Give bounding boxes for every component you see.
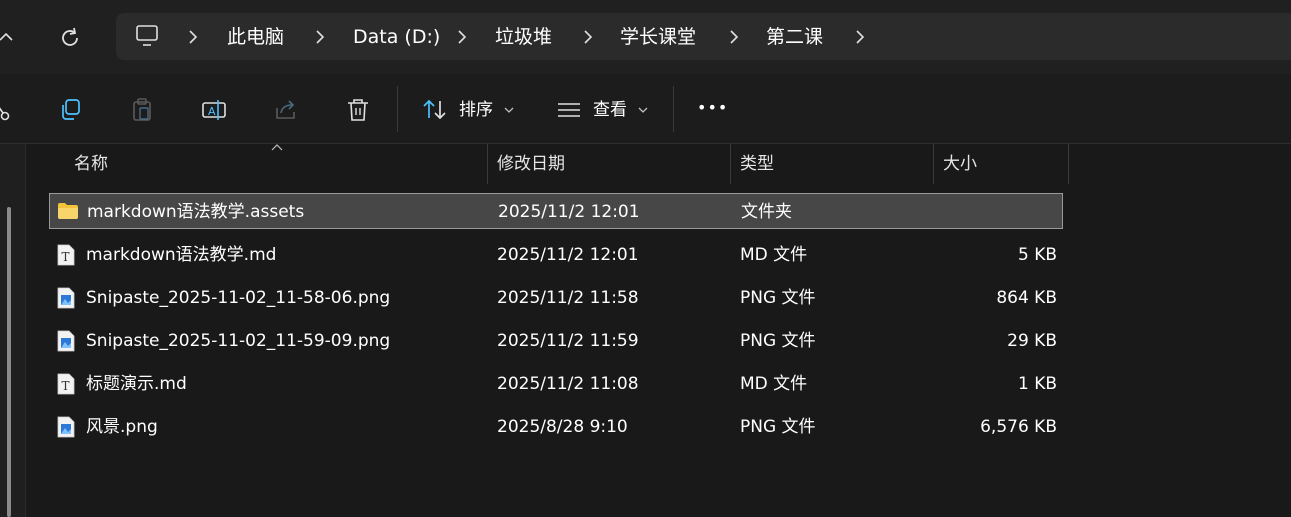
file-size: 864 KB: [996, 288, 1057, 308]
chevron-right-icon[interactable]: [188, 28, 198, 46]
breadcrumb-item-data-drive[interactable]: Data (D:): [353, 25, 440, 49]
chevron-right-icon[interactable]: [855, 28, 865, 46]
column-header-size[interactable]: 大小: [943, 153, 977, 175]
file-size: 6,576 KB: [980, 417, 1057, 437]
file-date: 2025/11/2 12:01: [498, 202, 640, 222]
sort-button[interactable]: 排序: [459, 98, 493, 122]
chevron-right-icon[interactable]: [583, 28, 593, 46]
navigation-scrollbar[interactable]: [7, 207, 11, 517]
file-name: 标题演示.md: [86, 374, 187, 394]
file-type: PNG 文件: [740, 288, 816, 308]
chevron-right-icon[interactable]: [457, 28, 467, 46]
svg-text:A: A: [208, 105, 216, 118]
file-row[interactable]: 风景.png 2025/8/28 9:10 PNG 文件 6,576 KB: [49, 409, 1063, 445]
chevron-right-icon[interactable]: [315, 28, 325, 46]
view-icon[interactable]: [556, 96, 584, 124]
address-box[interactable]: [116, 13, 1291, 60]
share-icon[interactable]: [272, 96, 300, 124]
computer-icon[interactable]: [135, 24, 161, 48]
copy-icon[interactable]: [57, 96, 85, 124]
sort-icon[interactable]: [421, 96, 449, 124]
folder-icon: [57, 201, 78, 223]
column-divider[interactable]: [487, 144, 488, 184]
paste-icon[interactable]: [128, 96, 156, 124]
file-name: 风景.png: [86, 417, 158, 437]
breadcrumb-item-folder[interactable]: 垃圾堆: [495, 25, 552, 49]
file-date: 2025/11/2 12:01: [497, 245, 639, 265]
image-file-icon: [56, 416, 76, 438]
more-options-button[interactable]: •••: [697, 96, 728, 120]
text-file-icon: T: [56, 244, 76, 266]
file-date: 2025/8/28 9:10: [497, 417, 628, 437]
file-type: PNG 文件: [740, 417, 816, 437]
toolbar-separator: [397, 86, 398, 132]
file-size: 1 KB: [1017, 374, 1057, 394]
text-file-icon: T: [56, 373, 76, 395]
navigation-pane: [0, 144, 26, 517]
file-row[interactable]: Tmarkdown语法教学.md 2025/11/2 12:01 MD 文件 5 KB: [49, 237, 1063, 273]
svg-text:T: T: [62, 250, 70, 264]
breadcrumb-item-folder[interactable]: 学长课堂: [620, 25, 696, 49]
rename-icon[interactable]: A: [200, 96, 228, 124]
file-name: Snipaste_2025-11-02_11-58-06.png: [86, 288, 391, 308]
refresh-icon[interactable]: [56, 24, 84, 52]
column-header-type[interactable]: 类型: [740, 153, 774, 175]
breadcrumb-item-current[interactable]: 第二课: [766, 25, 823, 49]
file-row[interactable]: markdown语法教学.assets 2025/11/2 12:01 文件夹: [49, 193, 1063, 229]
file-type: 文件夹: [741, 202, 792, 222]
image-file-icon: [56, 287, 76, 309]
up-arrow-icon[interactable]: [0, 24, 14, 48]
column-header-name[interactable]: 名称: [74, 153, 108, 175]
breadcrumb-item-this-pc[interactable]: 此电脑: [227, 25, 284, 49]
file-date: 2025/11/2 11:59: [497, 331, 639, 351]
file-date: 2025/11/2 11:08: [497, 374, 639, 394]
view-button[interactable]: 查看: [593, 98, 627, 122]
chevron-down-icon[interactable]: [638, 106, 648, 114]
delete-icon[interactable]: [344, 96, 372, 124]
column-divider[interactable]: [933, 144, 934, 184]
file-type: MD 文件: [740, 374, 808, 394]
column-divider[interactable]: [1068, 144, 1069, 184]
file-size: 5 KB: [1017, 245, 1057, 265]
file-type: PNG 文件: [740, 331, 816, 351]
file-date: 2025/11/2 11:58: [497, 288, 639, 308]
file-size: 29 KB: [1007, 331, 1057, 351]
toolbar-separator: [673, 86, 674, 132]
file-type: MD 文件: [740, 245, 808, 265]
file-row[interactable]: Snipaste_2025-11-02_11-59-09.png 2025/11/…: [49, 323, 1063, 359]
chevron-right-icon[interactable]: [729, 28, 739, 46]
sort-ascending-icon: [271, 144, 283, 151]
column-header-date[interactable]: 修改日期: [497, 153, 565, 175]
file-row[interactable]: T 标题演示.md 2025/11/2 11:08 MD 文件 1 KB: [49, 366, 1063, 402]
file-name: Snipaste_2025-11-02_11-59-09.png: [86, 331, 391, 351]
chevron-down-icon[interactable]: [504, 106, 514, 114]
file-name: markdown语法教学.md: [86, 245, 277, 265]
file-name: markdown语法教学.assets: [87, 202, 305, 222]
column-divider[interactable]: [730, 144, 731, 184]
svg-text:T: T: [62, 379, 70, 393]
image-file-icon: [56, 330, 76, 352]
cut-icon[interactable]: [0, 96, 14, 124]
file-row[interactable]: Snipaste_2025-11-02_11-58-06.png 2025/11/…: [49, 280, 1063, 316]
